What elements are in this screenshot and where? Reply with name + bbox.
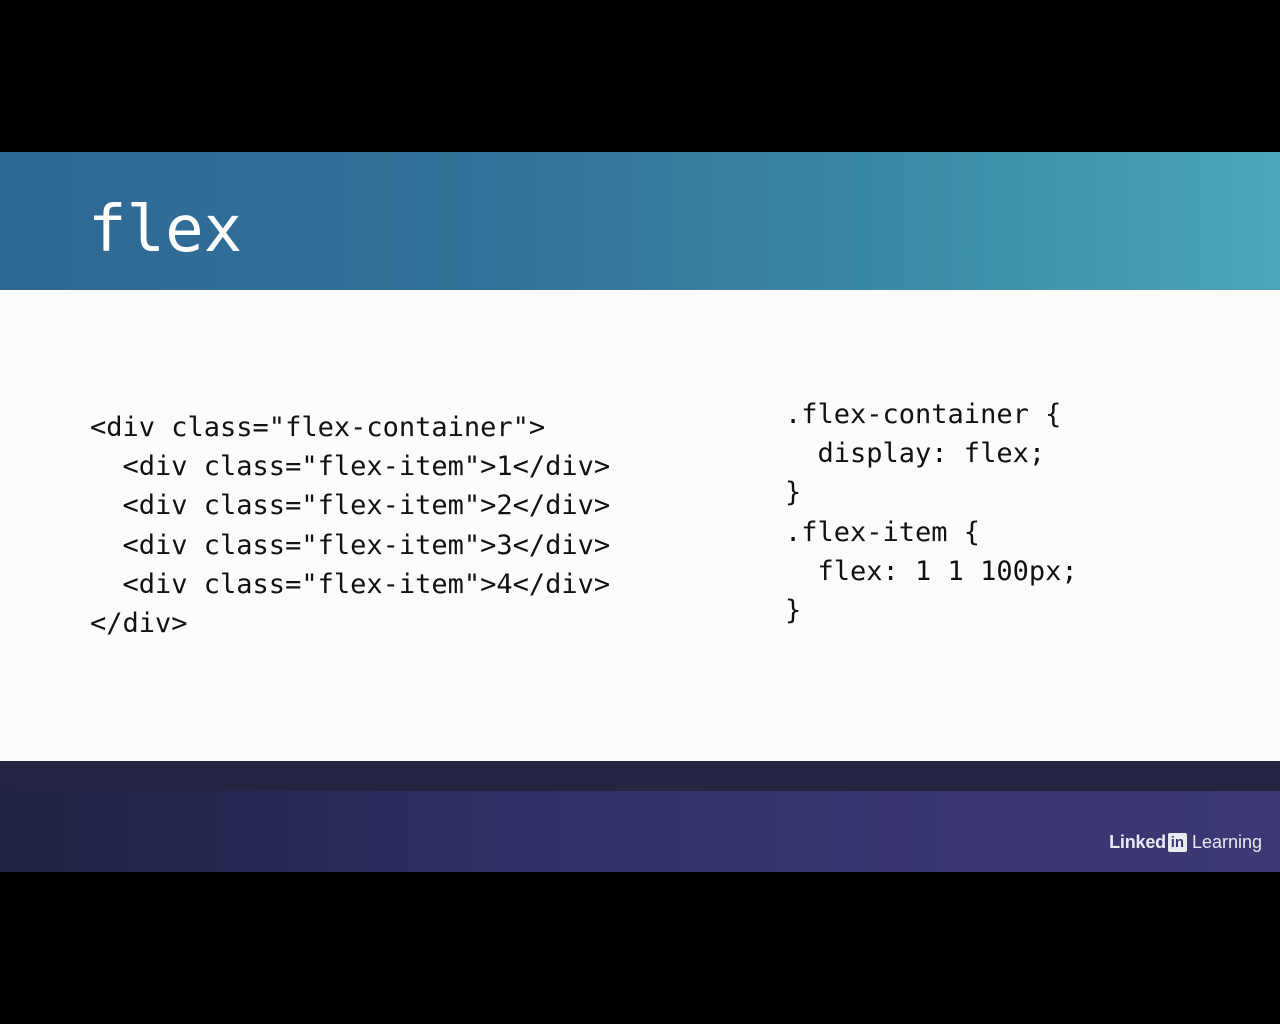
css-code-block: .flex-container { display: flex;} .flex-i… (785, 395, 1078, 630)
html-code-line: </div> (90, 608, 188, 640)
css-code-line: .flex-container { (785, 399, 1062, 430)
css-code-line: flex: 1 1 100px; (785, 555, 1078, 587)
css-code-line: .flex-item { (785, 516, 981, 548)
video-frame: flex <div class="flex-container"> <div c… (0, 0, 1280, 1024)
slide: flex <div class="flex-container"> <div c… (0, 152, 1280, 872)
html-code-line: <div class="flex-container"> (90, 412, 546, 443)
footer-divider-band (0, 761, 1280, 791)
logo-learning-text: Learning (1191, 832, 1262, 852)
linkedin-in-icon: in (1167, 832, 1187, 852)
slide-content: <div class="flex-container"> <div class=… (0, 290, 1280, 761)
html-code-block: <div class="flex-container"> <div class=… (90, 408, 610, 643)
css-code-line: } (785, 477, 802, 509)
html-code-line: <div class="flex-item">2</div> (90, 490, 611, 522)
slide-title: flex (88, 193, 243, 267)
css-code-line: display: flex; (785, 438, 1046, 470)
title-bar: flex (0, 152, 1280, 290)
html-code-line: <div class="flex-item">1</div> (90, 451, 611, 483)
linkedin-learning-logo: Linked in Learning (1109, 831, 1262, 853)
css-code-line: } (785, 595, 802, 627)
html-code-line: <div class="flex-item">4</div> (90, 568, 611, 600)
footer-bar: Linked in Learning (0, 791, 1280, 872)
html-code-line: <div class="flex-item">3</div> (90, 529, 611, 561)
logo-linked-text: Linked (1109, 832, 1166, 852)
